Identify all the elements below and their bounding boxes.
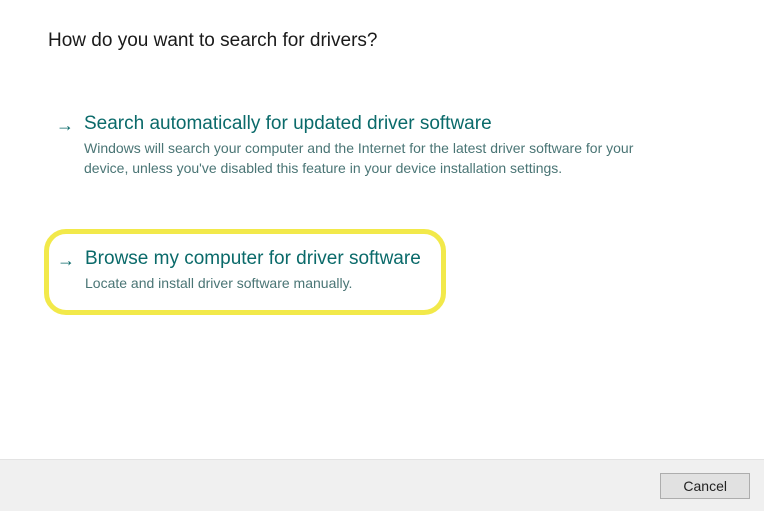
cancel-button[interactable]: Cancel [660, 473, 750, 499]
dialog-footer: Cancel [0, 459, 764, 511]
option-search-automatically[interactable]: → Search automatically for updated drive… [48, 107, 716, 184]
option-description: Locate and install driver software manua… [85, 274, 421, 294]
option-description: Windows will search your computer and th… [84, 139, 644, 178]
option-title: Search automatically for updated driver … [84, 113, 712, 135]
arrow-right-icon: → [57, 248, 75, 272]
option-title: Browse my computer for driver software [85, 248, 421, 270]
content-area: How do you want to search for drivers? →… [0, 0, 764, 459]
option-text: Search automatically for updated driver … [84, 113, 712, 178]
page-title: How do you want to search for drivers? [48, 30, 716, 52]
option-browse-computer[interactable]: → Browse my computer for driver software… [44, 229, 446, 315]
option-text: Browse my computer for driver software L… [85, 248, 421, 294]
arrow-right-icon: → [56, 113, 74, 137]
